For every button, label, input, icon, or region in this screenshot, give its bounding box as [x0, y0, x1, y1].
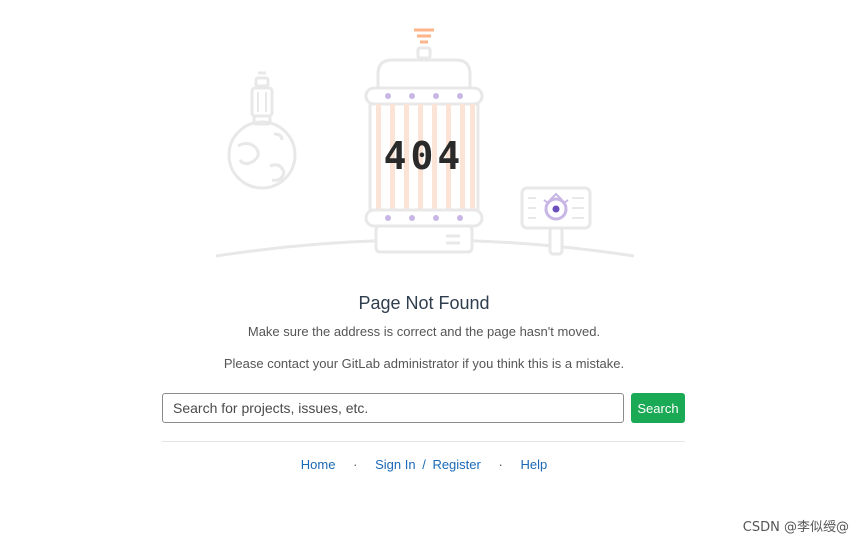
sign-in-link[interactable]: Sign In	[375, 457, 415, 472]
link-separator: ·	[353, 457, 358, 472]
error-message-contact: Please contact your GitLab administrator…	[223, 356, 625, 371]
search-button[interactable]: Search	[631, 393, 685, 423]
link-separator: ·	[498, 457, 503, 472]
home-link[interactable]: Home	[301, 457, 336, 472]
register-link[interactable]: Register	[432, 457, 480, 472]
watermark: CSDN @李似绶@	[742, 520, 849, 535]
page-title: Page Not Found	[358, 293, 490, 313]
error-message-address: Make sure the address is correct and the…	[247, 324, 601, 339]
planet-icon	[227, 71, 297, 190]
footer-links: Home · Sign In / Register · Help	[0, 457, 848, 472]
error-code: 404	[383, 134, 465, 178]
search-input[interactable]	[162, 393, 624, 423]
link-slash: /	[422, 457, 426, 472]
divider	[162, 441, 685, 442]
help-link[interactable]: Help	[520, 457, 547, 472]
